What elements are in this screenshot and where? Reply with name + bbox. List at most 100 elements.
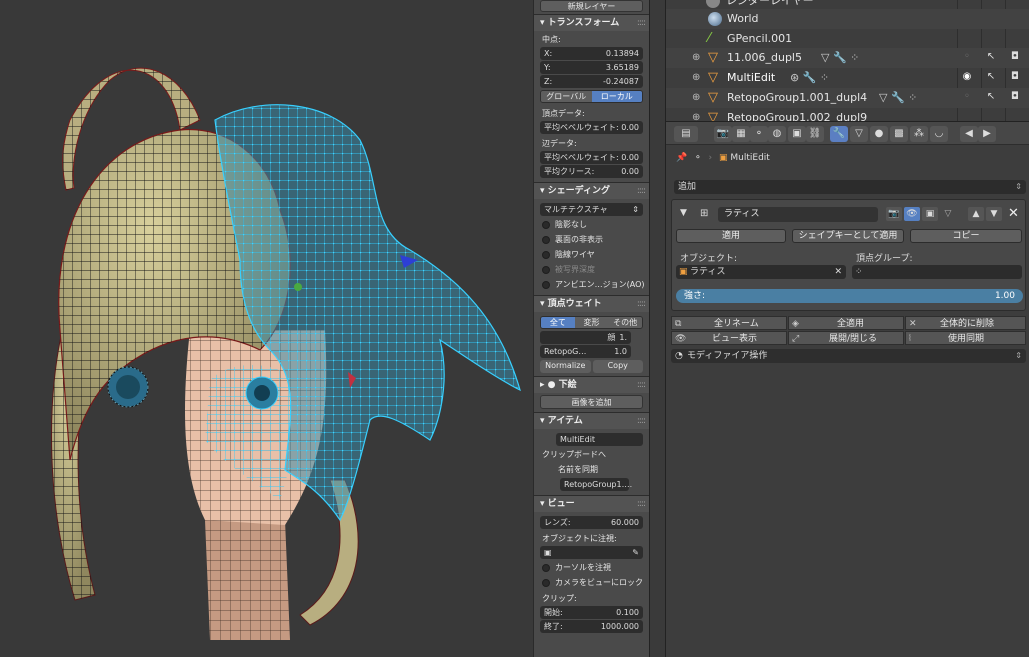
editmode-toggle-icon[interactable]: ▣ <box>922 207 938 221</box>
shading-mode-select[interactable]: マルチテクスチャ ⇕ <box>540 203 643 216</box>
drag-handle-icon[interactable]: :::: <box>637 15 646 32</box>
visibility-icon[interactable]: ◦ <box>961 51 973 63</box>
render-camera-icon[interactable]: ◘ <box>1009 71 1021 83</box>
x-field[interactable]: X: 0.13894 <box>540 47 643 60</box>
physics-tab-icon[interactable]: ◡ <box>930 126 948 142</box>
scene-tab-icon[interactable]: ⚬ <box>750 126 768 142</box>
copy-button[interactable]: Copy <box>592 360 643 373</box>
pin-icon[interactable]: 📌 <box>676 153 687 163</box>
region-scrollbar[interactable] <box>649 0 666 657</box>
constraints-tab-icon[interactable]: ⛓ <box>806 126 824 142</box>
lock-camera-checkbox[interactable]: カメラをビューにロック <box>534 575 649 590</box>
remove-all-button[interactable]: ✕ 全体的に削除 <box>905 316 1026 330</box>
clip-start-field[interactable]: 開始: 0.100 <box>540 606 643 619</box>
expand-icon[interactable]: ⊕ <box>692 68 700 88</box>
checkbox-icon[interactable] <box>542 235 550 244</box>
local-button[interactable]: ローカル <box>591 91 642 102</box>
world-tab-icon[interactable]: ◍ <box>768 126 786 142</box>
copy-modifier-button[interactable]: コピー <box>910 229 1022 243</box>
object-tab-icon[interactable]: ▣ <box>788 126 806 142</box>
y-field[interactable]: Y: 3.65189 <box>540 61 643 74</box>
texture-tab-icon[interactable]: ▩ <box>890 126 908 142</box>
vertex-weights-panel-header[interactable]: ▾ 頂点ウェイト:::: <box>534 295 649 312</box>
add-image-button[interactable]: 画像を追加 <box>540 395 643 409</box>
drag-handle-icon[interactable]: :::: <box>637 377 646 394</box>
editor-type-icon[interactable]: ▤ <box>674 126 698 142</box>
background-images-panel-header[interactable]: ▸ ● 下絵:::: <box>534 376 649 393</box>
3d-viewport[interactable] <box>0 0 533 657</box>
visibility-icon[interactable]: ◦ <box>961 91 973 103</box>
viewport-display-button[interactable]: 👁 ビュー表示 <box>671 331 787 345</box>
apply-button[interactable]: 適用 <box>676 229 786 243</box>
shading-option-ao[interactable]: アンビエン…ジョン(AO) <box>534 277 649 292</box>
z-field[interactable]: Z: -0.24087 <box>540 75 643 88</box>
lock-object-field[interactable]: ▣ ✎ <box>540 546 643 559</box>
object-name-field[interactable]: MultiEdit <box>556 433 643 446</box>
drag-handle-icon[interactable]: :::: <box>637 183 646 200</box>
add-modifier-dropdown[interactable]: 追加 ⇕ <box>674 180 1026 194</box>
select-cursor-icon[interactable]: ↖ <box>985 91 997 103</box>
select-cursor-icon[interactable]: ↖ <box>985 51 997 63</box>
modifier-operations-dropdown[interactable]: ◔ モディファイア操作 ⇕ <box>671 349 1026 363</box>
outliner[interactable]: レンダーレイヤー World ⁄ GPencil.001 ⊕ ▽ 11.006_… <box>666 0 1029 121</box>
previous-arrow-icon[interactable]: ◀ <box>960 126 978 142</box>
cage-toggle-icon[interactable]: ▽ <box>940 207 956 221</box>
close-icon[interactable]: ✕ <box>1008 206 1019 221</box>
clip-end-field[interactable]: 終了: 1000.000 <box>540 620 643 633</box>
global-button[interactable]: グローバル <box>541 91 592 102</box>
expand-collapse-button[interactable]: ⤢ 展開/閉じる <box>788 331 904 345</box>
copy-to-clipboard-row[interactable]: クリップボードへ <box>534 447 649 462</box>
outliner-row-retopogroup1-002-dupl9[interactable]: ⊕ ▽ RetopoGroup1.002_dupl9 <box>666 108 1029 122</box>
material-tab-icon[interactable]: ● <box>870 126 888 142</box>
render-camera-icon[interactable]: ◘ <box>1009 51 1021 63</box>
collapse-arrow-icon[interactable]: ▼ <box>680 208 687 218</box>
expand-icon[interactable]: ⊕ <box>692 108 700 121</box>
next-arrow-icon[interactable]: ▶ <box>978 126 996 142</box>
modifiers-tab-icon[interactable]: 🔧 <box>830 126 848 142</box>
global-local-toggle[interactable]: グローバル ローカル <box>540 90 643 103</box>
apply-all-button[interactable]: ◈ 全適用 <box>788 316 904 330</box>
vertex-weight-filter-tabs[interactable]: 全て 変形 その他 <box>540 316 643 329</box>
expand-icon[interactable]: ⊕ <box>692 88 700 108</box>
clear-icon[interactable]: ✕ <box>834 265 842 279</box>
visibility-eye-icon[interactable]: ◉ <box>961 71 973 83</box>
lens-field[interactable]: レンズ: 60.000 <box>540 516 643 529</box>
sync-use-button[interactable]: ⦚ 使用同期 <box>905 331 1026 345</box>
shading-option-dof[interactable]: 被写界深度 <box>534 262 649 277</box>
tab-deform[interactable]: 変形 <box>574 317 609 328</box>
drag-handle-icon[interactable]: :::: <box>637 496 646 513</box>
tab-all[interactable]: 全て <box>541 317 575 328</box>
checkbox-icon[interactable] <box>542 220 550 229</box>
edge-crease-field[interactable]: 平均クリース: 0.00 <box>540 165 643 178</box>
shading-panel-header[interactable]: ▾ シェーディング:::: <box>534 182 649 199</box>
transform-panel-header[interactable]: ▾ トランスフォーム:::: <box>534 14 649 31</box>
modifier-name-field[interactable]: ラティス <box>718 207 878 222</box>
select-cursor-icon[interactable]: ↖ <box>985 71 997 83</box>
outliner-row-multiedit[interactable]: ⊕ ▽ MultiEdit ⊛ 🔧 ⁘ ◉ ↖ ◘ <box>666 68 1029 88</box>
vertex-bevel-weight-field[interactable]: 平均ベベルウェイト: 0.00 <box>540 121 643 134</box>
vertex-group-field[interactable]: ⁘ <box>852 265 1022 279</box>
render-toggle-icon[interactable]: 📷 <box>886 207 902 221</box>
particles-tab-icon[interactable]: ⁂ <box>910 126 928 142</box>
checkbox-icon[interactable] <box>542 280 550 289</box>
mesh-canvas[interactable] <box>0 0 533 657</box>
mesh-data-field[interactable]: RetopoGroup1…. <box>560 478 632 491</box>
lattice-object-field[interactable]: ▣ ラティス ✕ <box>676 265 846 279</box>
checkbox-icon[interactable] <box>542 265 550 274</box>
expand-icon[interactable]: ⊕ <box>692 48 700 68</box>
edge-bevel-weight-field[interactable]: 平均ベベルウェイト: 0.00 <box>540 151 643 164</box>
outliner-row-11-006-dupl5[interactable]: ⊕ ▽ 11.006_dupl5 ▽ 🔧 ⁘ ◦ ↖ ◘ <box>666 48 1029 68</box>
vertex-weight-row[interactable]: RetopoG… 1.0 <box>540 345 631 358</box>
drag-handle-icon[interactable]: :::: <box>637 413 646 430</box>
normalize-button[interactable]: Normalize <box>540 360 591 373</box>
move-up-icon[interactable]: ▲ <box>968 207 984 221</box>
strength-slider[interactable]: 強さ: 1.00 <box>676 289 1023 303</box>
shading-option-shadeless[interactable]: 陰影なし <box>534 217 649 232</box>
rename-all-button[interactable]: ⧉ 全リネーム <box>671 316 787 330</box>
item-panel-header[interactable]: ▾ アイテム:::: <box>534 412 649 429</box>
tab-other[interactable]: その他 <box>608 317 642 328</box>
viewport-toggle-icon[interactable]: 👁 <box>904 207 920 221</box>
data-tab-icon[interactable]: ▽ <box>850 126 868 142</box>
outliner-row-retopogroup1-001-dupl4[interactable]: ⊕ ▽ RetopoGroup1.001_dupl4 ▽ 🔧 ⁘ ◦ ↖ ◘ <box>666 88 1029 108</box>
apply-as-shape-button[interactable]: シェイプキーとして適用 <box>792 229 904 243</box>
